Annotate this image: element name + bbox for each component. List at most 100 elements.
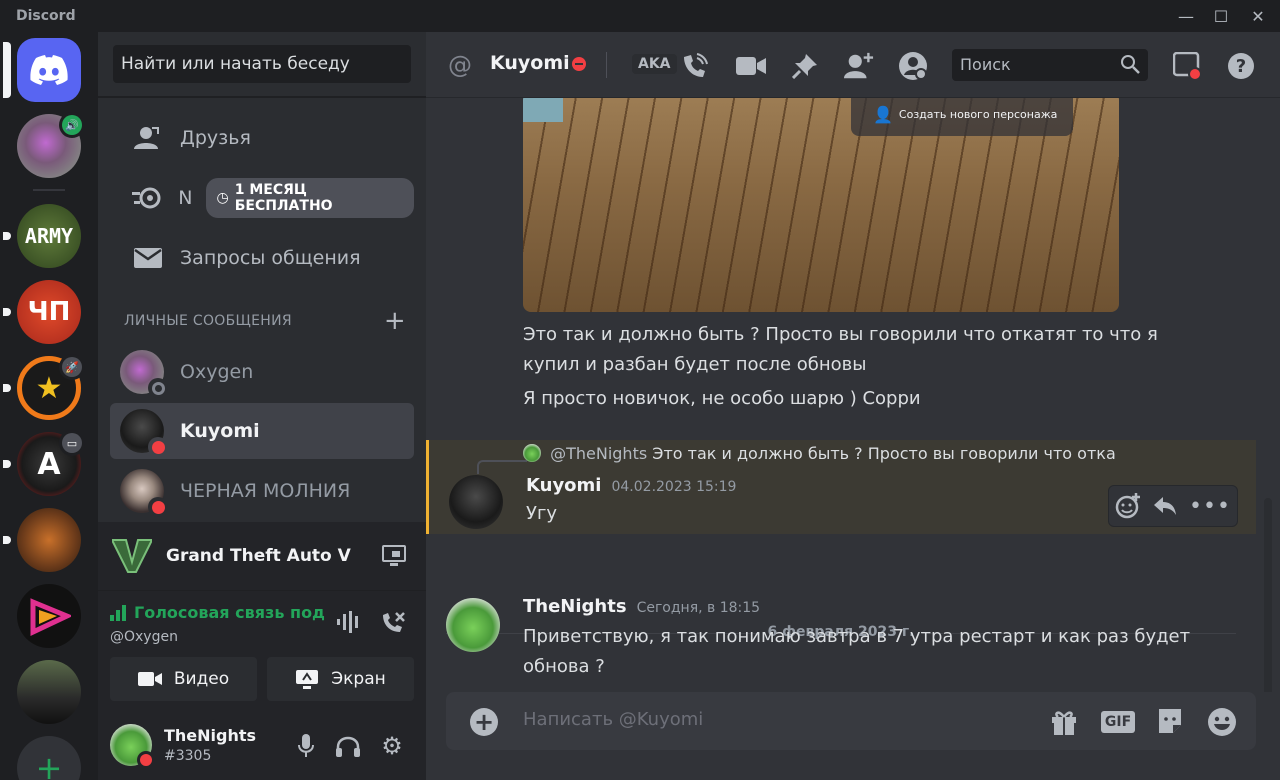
close-button[interactable]: ✕ (1246, 4, 1270, 28)
maximize-button[interactable]: ☐ (1209, 4, 1233, 28)
add-reaction-icon[interactable] (1115, 493, 1141, 519)
gif-label: GIF (1100, 711, 1136, 733)
nav-message-requests[interactable]: Запросы общения (110, 232, 414, 284)
find-conversation-input[interactable]: Найти или начать беседу (113, 45, 411, 83)
signal-icon (110, 604, 128, 621)
unread-pill (3, 536, 11, 544)
server-chp[interactable]: ЧП (3, 280, 81, 344)
image-sky (523, 98, 563, 122)
message-list: 👤 Создать нового персонажа Это так и дол… (426, 98, 1280, 692)
scrollbar[interactable] (1264, 498, 1272, 692)
reply-mention: @TheNights (550, 444, 648, 463)
video-call-icon[interactable] (736, 51, 766, 81)
monitor-icon: ▭ (62, 433, 82, 453)
unread-pill (3, 384, 11, 392)
screen-badge: ▭ (59, 430, 85, 456)
video-button[interactable]: Видео (110, 657, 257, 701)
disconnect-call-icon[interactable] (380, 611, 406, 635)
avatar[interactable] (446, 598, 500, 652)
reply-snippet: Это так и должно быть ? Просто вы говори… (652, 444, 1115, 463)
avatar (120, 469, 168, 517)
headphones-icon[interactable] (334, 732, 362, 760)
minimize-button[interactable]: — (1174, 4, 1198, 28)
voice-channel[interactable]: @Oxygen (110, 629, 178, 645)
rail-separator (33, 189, 65, 191)
message-author[interactable]: TheNights (523, 596, 627, 617)
message-input[interactable]: Написать @Kuyomi (523, 709, 703, 730)
user-avatar[interactable] (110, 724, 155, 769)
image-attachment[interactable]: 👤 Создать нового персонажа (523, 98, 1119, 312)
dm-name: Kuyomi (180, 420, 260, 442)
dm-item-black-lightning[interactable]: ЧЕРНАЯ МОЛНИЯ (110, 463, 414, 519)
unread-pill (3, 308, 11, 316)
gif-button[interactable]: GIF (1100, 706, 1136, 738)
home-button[interactable] (3, 38, 81, 102)
reply-icon[interactable] (1153, 496, 1177, 516)
add-server-button[interactable]: + (17, 736, 81, 780)
server-triangle[interactable] (17, 584, 81, 648)
friends-icon (126, 122, 170, 154)
nav-friends[interactable]: Друзья (110, 112, 414, 164)
overlay-label: Создать нового персонажа (898, 107, 1058, 121)
chat-area: @ Kuyomi AKA Поиск ? 👤 Создать нового пе… (426, 32, 1280, 780)
screen-share-button[interactable]: Экран (267, 657, 414, 701)
voice-call-icon[interactable] (680, 51, 710, 81)
video-label: Видео (173, 669, 230, 689)
user-panel: TheNights #3305 ⚙ (98, 710, 426, 780)
avatar[interactable] (449, 475, 503, 529)
create-character-button: 👤 Создать нового персонажа (851, 98, 1073, 136)
aka-badge[interactable]: AKA (632, 54, 677, 74)
pin-icon[interactable] (790, 51, 820, 81)
stream-game-button[interactable] (380, 542, 408, 570)
recipient-name[interactable]: Kuyomi (490, 52, 570, 74)
create-dm-button[interactable]: + (384, 308, 406, 334)
microphone-icon[interactable] (292, 732, 320, 760)
server-star[interactable]: ★ 🚀 (3, 354, 85, 420)
attach-plus-icon[interactable]: + (470, 708, 498, 736)
speaker-icon: 🔊 (62, 115, 82, 135)
server-a[interactable]: A ▭ (3, 430, 85, 496)
voice-status[interactable]: Голосовая связь под (110, 603, 325, 622)
nav-label: Запросы общения (180, 247, 361, 269)
settings-gear-icon[interactable]: ⚙ (378, 732, 406, 760)
gift-icon[interactable] (1048, 706, 1080, 738)
add-friend-to-dm-icon[interactable] (844, 51, 874, 81)
server-fire[interactable] (3, 508, 81, 572)
message-header: TheNights Сегодня, в 18:15 (523, 596, 760, 617)
status-dnd-icon (148, 497, 168, 517)
active-pill (3, 42, 11, 98)
server-rail: 🔊 ARMY ЧП ★ 🚀 A ▭ + (0, 32, 98, 780)
sticker-icon[interactable] (1154, 706, 1186, 738)
server-army[interactable]: ARMY (3, 204, 81, 268)
user-profile-icon[interactable] (898, 51, 928, 81)
server-army-icon: ARMY (17, 204, 81, 268)
dm-name: Oxygen (180, 361, 254, 383)
unread-pill (3, 460, 11, 468)
section-title: ЛИЧНЫЕ СООБЩЕНИЯ (124, 313, 292, 329)
gta-logo-icon (112, 538, 152, 574)
help-icon[interactable]: ? (1226, 51, 1256, 81)
inbox-icon[interactable] (1172, 51, 1202, 81)
dm-item-kuyomi[interactable]: Kuyomi (110, 403, 414, 459)
promo-badge[interactable]: ◷ 1 МЕСЯЦ БЕСПЛАТНО (206, 178, 414, 218)
promo-label: 1 МЕСЯЦ БЕСПЛАТНО (234, 182, 333, 214)
more-options-icon[interactable]: ••• (1189, 494, 1231, 519)
chat-search-input[interactable]: Поиск (952, 49, 1148, 81)
nitro-icon (126, 182, 168, 214)
server-car[interactable] (17, 660, 81, 724)
reply-preview[interactable]: @TheNights Это так и должно быть ? Прост… (523, 444, 1115, 463)
emoji-icon[interactable] (1206, 706, 1238, 738)
status-offline-icon (148, 378, 168, 398)
voice-panel: Голосовая связь под @Oxygen Видео Экран (98, 590, 426, 710)
nav-nitro[interactable]: N ◷ 1 МЕСЯЦ БЕСПЛАТНО (110, 172, 414, 224)
message-group: TheNights Сегодня, в 18:15 Приветствую, я… (426, 596, 1256, 692)
screen-label: Экран (331, 669, 386, 689)
dm-item-oxygen[interactable]: Oxygen (110, 344, 414, 400)
server-chp-icon: ЧП (17, 280, 81, 344)
noise-suppression-icon[interactable] (336, 611, 362, 633)
message-actions: ••• (1108, 485, 1238, 527)
status-dnd-icon (137, 751, 155, 769)
server-voice-active[interactable]: 🔊 (17, 112, 85, 178)
status-dnd-icon (148, 437, 168, 457)
message-author[interactable]: Kuyomi (526, 475, 601, 496)
